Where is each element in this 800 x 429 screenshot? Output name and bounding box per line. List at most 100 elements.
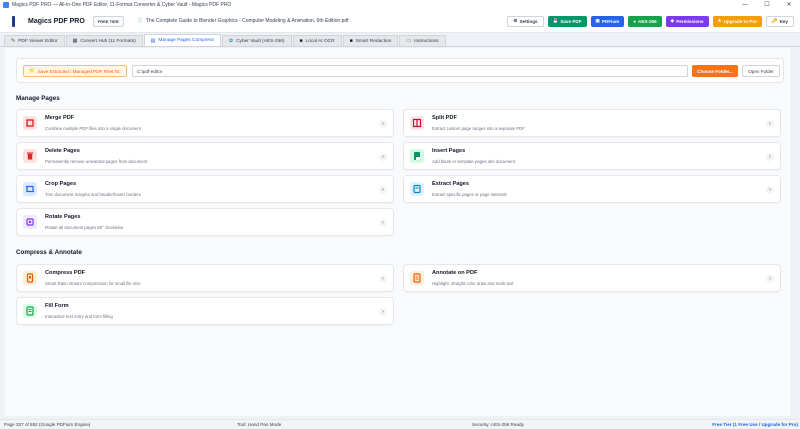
tab-label: Smart Redaction <box>355 38 392 44</box>
chevron-right-icon: › <box>766 275 774 283</box>
tab-label: PDF Viewer Editor <box>18 38 58 44</box>
pages-icon: ▤ <box>150 37 156 44</box>
card-title: Crop Pages <box>45 181 77 187</box>
save-pdf-label: Save PDF <box>560 18 582 24</box>
chevron-right-icon: › <box>379 186 387 194</box>
chevron-right-icon: › <box>379 275 387 283</box>
card-title: Compress PDF <box>45 270 86 276</box>
tab-label: Instructions <box>414 38 439 44</box>
pencil-icon: ✎ <box>11 38 16 44</box>
chevron-right-icon: › <box>379 120 387 128</box>
permissions-label: Permissions <box>676 18 704 24</box>
chevron-right-icon: › <box>766 120 774 128</box>
extract-pages-card[interactable]: Extract Pages Extract specific pages or … <box>403 175 781 203</box>
delete-pages-card[interactable]: Delete Pages Permanently remove unwanted… <box>16 142 394 170</box>
crop-pages-card[interactable]: Crop Pages Trim document margins and hea… <box>16 175 394 203</box>
output-folder-label: 📁 Save Extracted / Managed PDF Files To: <box>23 65 127 77</box>
tab-pdf-viewer[interactable]: ✎ PDF Viewer Editor <box>4 35 65 46</box>
tab-instructions[interactable]: ▭ Instructions <box>399 35 446 46</box>
card-description: Add blank or template pages into documen… <box>432 159 515 164</box>
aes-label: AES-256 <box>638 18 657 24</box>
output-folder-panel: 📁 Save Extracted / Managed PDF Files To:… <box>16 58 784 83</box>
key-label: Key <box>779 18 788 24</box>
card-description: Extract specific pages or page intervals <box>432 192 507 197</box>
upgrade-button[interactable]: ★ Upgrade to Pro <box>712 15 762 27</box>
card-description: Interactive text entry and form filling <box>45 314 113 319</box>
vault-icon: ✿ <box>228 38 234 44</box>
manage-pages-panel: 📁 Save Extracted / Managed PDF Files To:… <box>5 48 790 416</box>
tab-manage-pages[interactable]: ▤ Manage Pages Compress <box>143 34 221 46</box>
save-icon: 💾 <box>552 18 559 23</box>
pdfium-label: PDFium <box>601 18 620 24</box>
card-title: Fill Form <box>45 303 69 309</box>
settings-button[interactable]: ⚙ Settings <box>507 15 544 27</box>
close-button[interactable]: ✕ <box>778 0 800 10</box>
window-controls: — ☐ ✕ <box>734 0 800 10</box>
status-tool: Tool: Hand Pan Mode <box>237 422 282 427</box>
card-description: Extract custom page ranges into a separa… <box>432 126 525 131</box>
redaction-icon: ■ <box>349 38 353 44</box>
tab-label: Manage Pages Compress <box>158 38 214 43</box>
extract-icon <box>410 182 424 196</box>
card-title: Rotate Pages <box>45 214 81 220</box>
annotate-pdf-card[interactable]: Annotate on PDF Highlight, straight colo… <box>403 264 781 292</box>
chevron-right-icon: › <box>766 153 774 161</box>
title-bar: Magics PDF PRO — All-in-One PDF Editor, … <box>0 0 800 10</box>
minimize-button[interactable]: — <box>734 0 756 10</box>
status-bar: Page 337 of 592 (Google PDFium Engine) T… <box>0 419 800 429</box>
output-folder-input[interactable]: C:\pdf-editor <box>132 65 688 77</box>
status-security: Security: AES-256 Ready <box>472 422 524 427</box>
card-title: Split PDF <box>432 115 457 121</box>
compress-pdf-card[interactable]: Compress PDF Smart Ratio stream compress… <box>16 264 394 292</box>
shield-icon: ◆ <box>670 18 675 23</box>
tab-convert-hub[interactable]: ▦ Convert Hub (11 Formats) <box>65 35 143 46</box>
card-title: Merge PDF <box>45 115 75 121</box>
tier-badge: FREE TIER <box>92 15 124 27</box>
document-title: 📄 The Complete Guide to Blender Graphics… <box>137 18 349 24</box>
book-icon: ▭ <box>406 38 412 44</box>
toolbar-actions: ⚙ Settings 💾 Save PDF ▣ PDFium ● AES-256… <box>507 15 794 27</box>
card-title: Extract Pages <box>432 181 470 187</box>
open-folder-button[interactable]: Open Folder <box>742 65 780 77</box>
card-description: Combine multiple PDF files into a single… <box>45 126 142 131</box>
maximize-button[interactable]: ☐ <box>756 0 778 10</box>
insert-pages-card[interactable]: Insert Pages Add blank or template pages… <box>403 142 781 170</box>
save-pdf-button[interactable]: 💾 Save PDF <box>547 15 587 27</box>
merge-icon <box>23 116 37 130</box>
permissions-button[interactable]: ◆ Permissions <box>665 15 709 27</box>
card-description: Permanently remove unwanted pages from d… <box>45 159 148 164</box>
folder-icon: 📁 <box>29 68 35 73</box>
star-icon: ★ <box>717 18 722 23</box>
status-tier: Free Tier (1 Free Use / Upgrade for Pro) <box>712 422 798 427</box>
card-title: Delete Pages <box>45 148 80 154</box>
merge-pdf-card[interactable]: Merge PDF Combine multiple PDF files int… <box>16 109 394 137</box>
rotate-pages-card[interactable]: Rotate Pages Rotate all document pages 9… <box>16 208 394 236</box>
tab-cyber-vault[interactable]: ✿ Cyber Vault (AES-256) <box>221 35 292 46</box>
settings-label: Settings <box>519 18 538 24</box>
fill-form-card[interactable]: Fill Form Interactive text entry and for… <box>16 297 394 325</box>
compress-icon <box>23 271 37 285</box>
card-title: Insert Pages <box>432 148 466 154</box>
choose-folder-button[interactable]: Choose Folder... <box>692 65 738 77</box>
card-description: Trim document margins and header/footer … <box>45 192 141 197</box>
logo-mark <box>12 15 15 27</box>
tab-bar: ✎ PDF Viewer Editor ▦ Convert Hub (11 Fo… <box>0 34 800 47</box>
engine-icon: ▣ <box>595 18 600 23</box>
chevron-right-icon: › <box>379 153 387 161</box>
section-title-compress-annotate: Compress & Annotate <box>16 249 82 256</box>
split-pdf-card[interactable]: Split PDF Extract custom page ranges int… <box>403 109 781 137</box>
aes-button[interactable]: ● AES-256 <box>628 15 662 27</box>
card-description: Highlight, straight color draw and mark … <box>432 281 514 286</box>
tab-smart-redaction[interactable]: ■ Smart Redaction <box>342 35 399 46</box>
lock-icon: ● <box>633 18 636 24</box>
tab-local-ai-ocr[interactable]: ■ Local AI OCR <box>292 35 342 46</box>
key-icon: 🔑 <box>771 18 778 23</box>
key-button[interactable]: 🔑 Key <box>765 15 794 27</box>
split-icon <box>410 116 424 130</box>
insert-page-icon <box>410 149 424 163</box>
tab-label: Cyber Vault (AES-256) <box>236 38 285 44</box>
pdfium-button[interactable]: ▣ PDFium <box>590 15 625 27</box>
form-icon <box>23 304 37 318</box>
chevron-right-icon: › <box>379 219 387 227</box>
annotate-icon <box>410 271 424 285</box>
